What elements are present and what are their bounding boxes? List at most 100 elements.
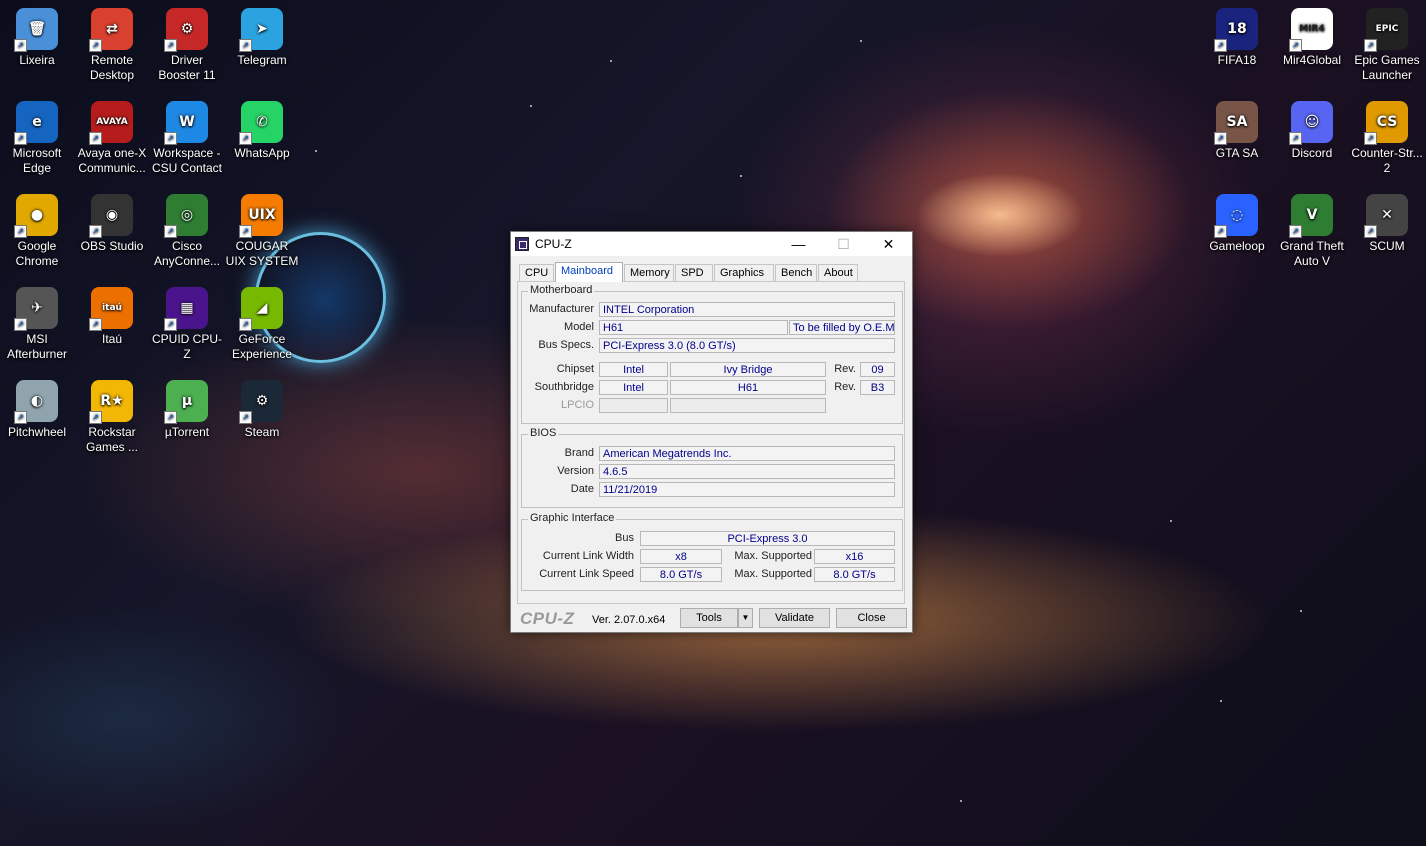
shortcut-arrow-icon: ↗: [239, 39, 252, 52]
chrome-icon: ● ↗: [14, 194, 58, 238]
desktop-shortcut[interactable]: ◐ ↗ Pitchwheel: [0, 380, 74, 440]
desktop-shortcut-label: GeForce Experience: [231, 332, 293, 361]
desktop-shortcut-label: FIFA18: [1217, 53, 1257, 67]
desktop-shortcut[interactable]: ◢ ↗ GeForce Experience: [225, 287, 299, 362]
title-bar[interactable]: CPU-Z — ☐ ✕: [511, 232, 912, 256]
shortcut-arrow-icon: ↗: [1289, 39, 1302, 52]
desktop-shortcut[interactable]: ▦ ↗ CPUID CPU-Z: [150, 287, 224, 362]
desktop-shortcut[interactable]: µ ↗ µTorrent: [150, 380, 224, 440]
close-button[interactable]: Close: [836, 608, 907, 628]
desktop-shortcut[interactable]: UIX ↗ COUGAR UIX SYSTEM: [225, 194, 299, 269]
shortcut-arrow-icon: ↗: [1214, 132, 1227, 145]
desktop-shortcut-label: Google Chrome: [15, 239, 59, 268]
validate-button[interactable]: Validate: [759, 608, 830, 628]
desktop-shortcut[interactable]: ◌ ↗ Gameloop: [1200, 194, 1274, 254]
desktop-shortcut-label: Workspace - CSU Contact: [151, 146, 223, 175]
desktop-shortcut[interactable]: ◉ ↗ OBS Studio: [75, 194, 149, 254]
motherboard-group: Motherboard Manufacturer INTEL Corporati…: [521, 284, 903, 424]
motherboard-group-label: Motherboard: [528, 284, 595, 296]
gi-max-speed-field: 8.0 GT/s: [814, 567, 895, 582]
shortcut-arrow-icon: ↗: [14, 411, 27, 424]
bios-date-field: 11/21/2019: [599, 482, 895, 497]
desktop-shortcut[interactable]: ◎ ↗ Cisco AnyConne...: [150, 194, 224, 269]
desktop-shortcut-label: Telegram: [237, 53, 287, 67]
cisco-icon: ◎ ↗: [164, 194, 208, 238]
desktop-shortcut[interactable]: ☺ ↗ Discord: [1275, 101, 1349, 161]
desktop-shortcut-label: Driver Booster 11: [158, 53, 216, 82]
whatsapp-icon: ✆ ↗: [239, 101, 283, 145]
desktop-shortcut[interactable]: ➤ ↗ Telegram: [225, 8, 299, 68]
shortcut-arrow-icon: ↗: [164, 318, 177, 331]
wallpaper-star: [960, 800, 962, 802]
bios-brand-label: Brand: [564, 447, 594, 459]
version-label: Ver. 2.07.0.x64: [592, 614, 666, 626]
bios-version-field: 4.6.5: [599, 464, 895, 479]
tools-dropdown-arrow-icon[interactable]: ▼: [738, 608, 753, 628]
workspace-icon: W ↗: [164, 101, 208, 145]
desktop-shortcut[interactable]: ● ↗ Google Chrome: [0, 194, 74, 269]
desktop-shortcut[interactable]: ✈ ↗ MSI Afterburner: [0, 287, 74, 362]
desktop-shortcut-label: MSI Afterburner: [6, 332, 68, 361]
bus-specs-label: Bus Specs.: [538, 339, 594, 351]
desktop-shortcut[interactable]: V ↗ Grand Theft Auto V: [1275, 194, 1349, 269]
tab-bench[interactable]: Bench: [775, 264, 817, 281]
maximize-button[interactable]: ☐: [821, 232, 866, 256]
lpcio-name-field: [670, 398, 826, 413]
cougar-icon: UIX ↗: [239, 194, 283, 238]
window-title: CPU-Z: [535, 237, 572, 251]
footer-bar: CPU-Z Ver. 2.07.0.x64 Tools ▼ Validate C…: [513, 606, 908, 630]
minimize-button[interactable]: —: [776, 232, 821, 256]
desktop-shortcut-label: µTorrent: [164, 425, 210, 439]
close-window-button[interactable]: ✕: [866, 232, 911, 256]
tab-graphics[interactable]: Graphics: [714, 264, 774, 281]
gi-max-speed-label: Max. Supported: [734, 568, 812, 580]
desktop-shortcut-label: Lixeira: [19, 53, 55, 67]
bios-group-label: BIOS: [528, 427, 559, 439]
shortcut-arrow-icon: ↗: [14, 225, 27, 238]
shortcut-arrow-icon: ↗: [1289, 225, 1302, 238]
chipset-rev-field: 09: [860, 362, 895, 377]
desktop-shortcut[interactable]: W ↗ Workspace - CSU Contact: [150, 101, 224, 176]
desktop-shortcut[interactable]: CS ↗ Counter-Str... 2: [1350, 101, 1424, 176]
desktop-shortcut-label: Gameloop: [1209, 239, 1265, 253]
desktop-shortcut[interactable]: ✆ ↗ WhatsApp: [225, 101, 299, 161]
desktop-shortcut[interactable]: SA ↗ GTA SA: [1200, 101, 1274, 161]
desktop-shortcut-label: Grand Theft Auto V: [1280, 239, 1344, 268]
desktop-shortcut[interactable]: R★ ↗ Rockstar Games ...: [75, 380, 149, 455]
gi-link-width-field: x8: [640, 549, 722, 564]
recycle-bin-icon: 🗑 ↗: [14, 8, 58, 52]
shortcut-arrow-icon: ↗: [1364, 39, 1377, 52]
chipset-label: Chipset: [556, 363, 594, 375]
tools-button[interactable]: Tools: [680, 608, 738, 628]
tab-spd[interactable]: SPD: [675, 264, 713, 281]
gi-link-speed-label: Current Link Speed: [539, 568, 634, 580]
southbridge-rev-label: Rev.: [834, 381, 856, 393]
gi-max-width-label: Max. Supported: [734, 550, 812, 562]
desktop-shortcut-label: OBS Studio: [80, 239, 144, 253]
bios-version-label: Version: [557, 465, 594, 477]
desktop-shortcut-label: Mir4Global: [1282, 53, 1342, 67]
msi-afterburner-icon: ✈ ↗: [14, 287, 58, 331]
desktop-shortcut[interactable]: ⚙ ↗ Driver Booster 11: [150, 8, 224, 83]
desktop-shortcut[interactable]: ⇄ ↗ Remote Desktop: [75, 8, 149, 83]
desktop-shortcut-label: Cisco AnyConne...: [153, 239, 221, 268]
desktop-shortcut[interactable]: ⚙ ↗ Steam: [225, 380, 299, 440]
desktop-shortcut[interactable]: ✕ ↗ SCUM: [1350, 194, 1424, 254]
discord-icon: ☺ ↗: [1289, 101, 1333, 145]
desktop-shortcut[interactable]: 🗑 ↗ Lixeira: [0, 8, 74, 68]
avaya-icon: AVAYA ↗: [89, 101, 133, 145]
tab-memory[interactable]: Memory: [624, 264, 674, 281]
desktop-shortcut[interactable]: 18 ↗ FIFA18: [1200, 8, 1274, 68]
bus-specs-field: PCI-Express 3.0 (8.0 GT/s): [599, 338, 895, 353]
desktop-shortcut[interactable]: e ↗ Microsoft Edge: [0, 101, 74, 176]
tab-cpu[interactable]: CPU: [519, 264, 554, 281]
tab-mainboard[interactable]: Mainboard: [555, 262, 623, 282]
manufacturer-field: INTEL Corporation: [599, 302, 895, 317]
desktop-shortcut[interactable]: EPIC ↗ Epic Games Launcher: [1350, 8, 1424, 83]
tab-about[interactable]: About: [818, 264, 858, 281]
desktop-shortcut[interactable]: AVAYA ↗ Avaya one-X Communic...: [75, 101, 149, 176]
cpuz-logo: CPU-Z: [520, 609, 575, 628]
desktop-shortcut[interactable]: itaú ↗ Itaú: [75, 287, 149, 347]
shortcut-arrow-icon: ↗: [239, 318, 252, 331]
desktop-shortcut[interactable]: MIR4 ↗ Mir4Global: [1275, 8, 1349, 68]
